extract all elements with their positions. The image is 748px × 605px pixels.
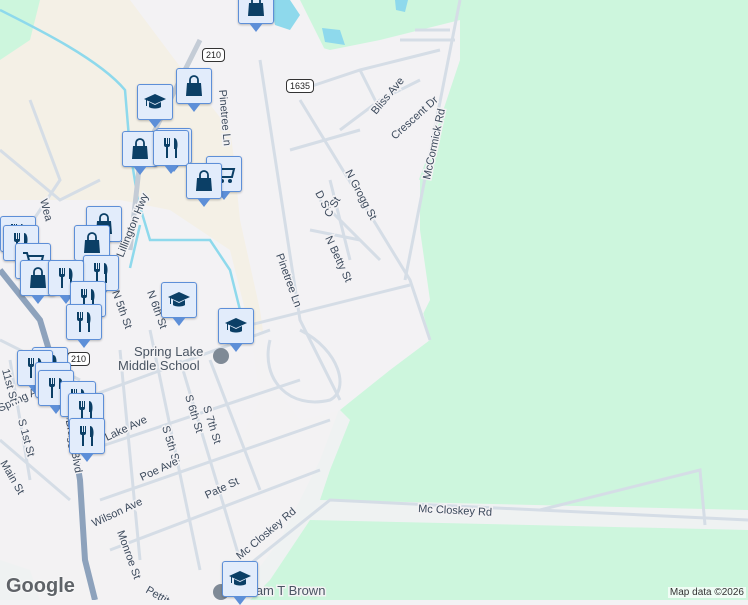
restaurant-icon bbox=[80, 426, 94, 446]
restaurant-marker[interactable] bbox=[69, 418, 105, 462]
education-icon bbox=[144, 94, 166, 109]
education-icon bbox=[225, 318, 247, 333]
education-marker[interactable] bbox=[222, 561, 258, 605]
shopping-icon bbox=[132, 138, 148, 159]
map-attribution[interactable]: Map data ©2026 bbox=[667, 587, 746, 598]
education-icon bbox=[168, 292, 190, 307]
shopping-icon bbox=[186, 75, 202, 96]
school-poi-icon[interactable] bbox=[213, 348, 229, 364]
route-shield: 1635 bbox=[286, 79, 315, 93]
google-logo: Google bbox=[6, 575, 75, 597]
education-marker[interactable] bbox=[137, 84, 173, 128]
shopping-marker[interactable] bbox=[238, 0, 274, 32]
restaurant-marker[interactable] bbox=[153, 130, 189, 174]
education-icon bbox=[229, 571, 251, 586]
shopping-icon bbox=[248, 0, 264, 16]
shopping-icon bbox=[196, 170, 212, 191]
education-marker[interactable] bbox=[161, 282, 197, 326]
shopping-icon bbox=[30, 267, 46, 288]
map-canvas[interactable]: Bliss Ave Crescent Dr McCormick Rd N Gro… bbox=[0, 0, 748, 600]
shopping-marker[interactable] bbox=[186, 163, 222, 207]
restaurant-icon bbox=[164, 138, 178, 158]
place-label[interactable]: Spring Lake bbox=[133, 343, 205, 361]
shopping-marker[interactable] bbox=[176, 68, 212, 112]
place-label[interactable]: Middle School bbox=[117, 357, 202, 375]
restaurant-marker[interactable] bbox=[66, 304, 102, 348]
shopping-icon bbox=[84, 232, 100, 253]
restaurant-icon bbox=[77, 312, 91, 332]
education-marker[interactable] bbox=[218, 308, 254, 352]
route-shield: 210 bbox=[202, 48, 226, 62]
